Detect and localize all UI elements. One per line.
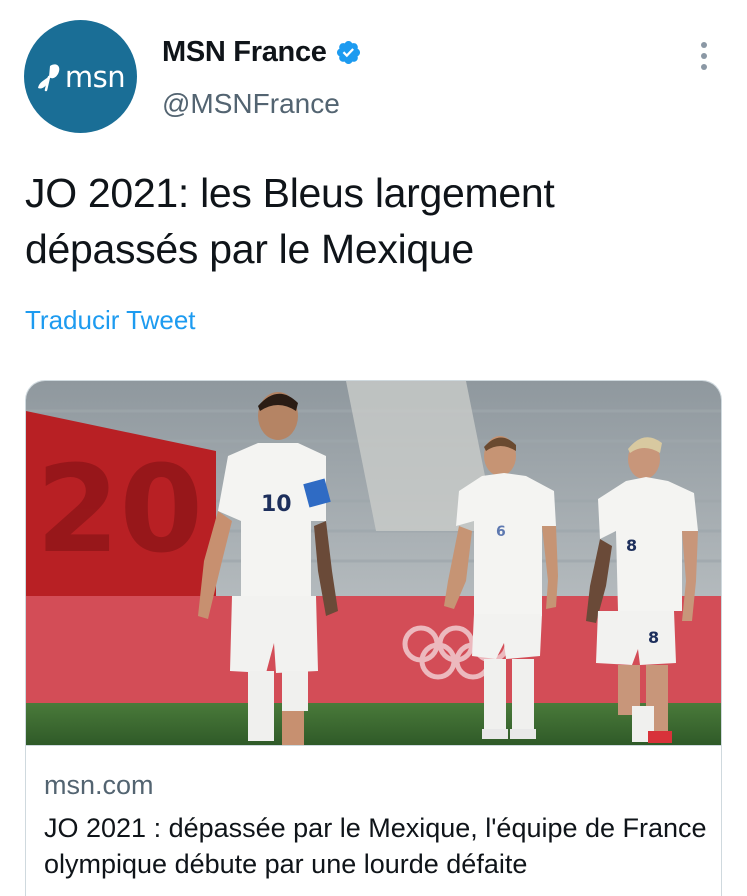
tweet-text: JO 2021: les Bleus largement dépassés pa… — [25, 165, 715, 277]
card-meta: msn.com JO 2021 : dépassée par le Mexiqu… — [26, 745, 721, 896]
butterfly-icon — [37, 63, 60, 91]
msn-logo: msn — [36, 59, 126, 94]
svg-text:8: 8 — [626, 536, 637, 555]
translate-tweet-link[interactable]: Traducir Tweet — [25, 305, 196, 336]
tweet-text-line: JO 2021: les Bleus largement — [25, 170, 555, 216]
card-image[interactable]: 20 10 6 8 8 — [26, 381, 722, 745]
svg-text:8: 8 — [648, 628, 659, 647]
more-dot — [701, 64, 707, 70]
display-name[interactable]: MSN France — [162, 36, 327, 69]
avatar-logo-text: msn — [64, 59, 126, 94]
svg-text:10: 10 — [261, 492, 292, 517]
tweet-text-line: dépassés par le Mexique — [25, 226, 474, 272]
more-dot — [701, 42, 707, 48]
card-title: JO 2021 : dépassée par le Mexique, l'équ… — [44, 813, 707, 879]
verified-badge-icon — [336, 40, 360, 65]
avatar[interactable]: msn — [24, 20, 137, 133]
svg-text:20: 20 — [36, 441, 203, 580]
svg-text:6: 6 — [496, 524, 506, 540]
card-domain: msn.com — [44, 770, 154, 800]
author-handle[interactable]: @MSNFrance — [162, 88, 340, 120]
link-card[interactable]: 20 10 6 8 8 msn.com JO 2021: dépassée p… — [25, 380, 722, 896]
author-name-row: MSN France — [162, 36, 362, 69]
more-options-icon[interactable] — [692, 38, 716, 74]
more-dot — [701, 53, 707, 59]
